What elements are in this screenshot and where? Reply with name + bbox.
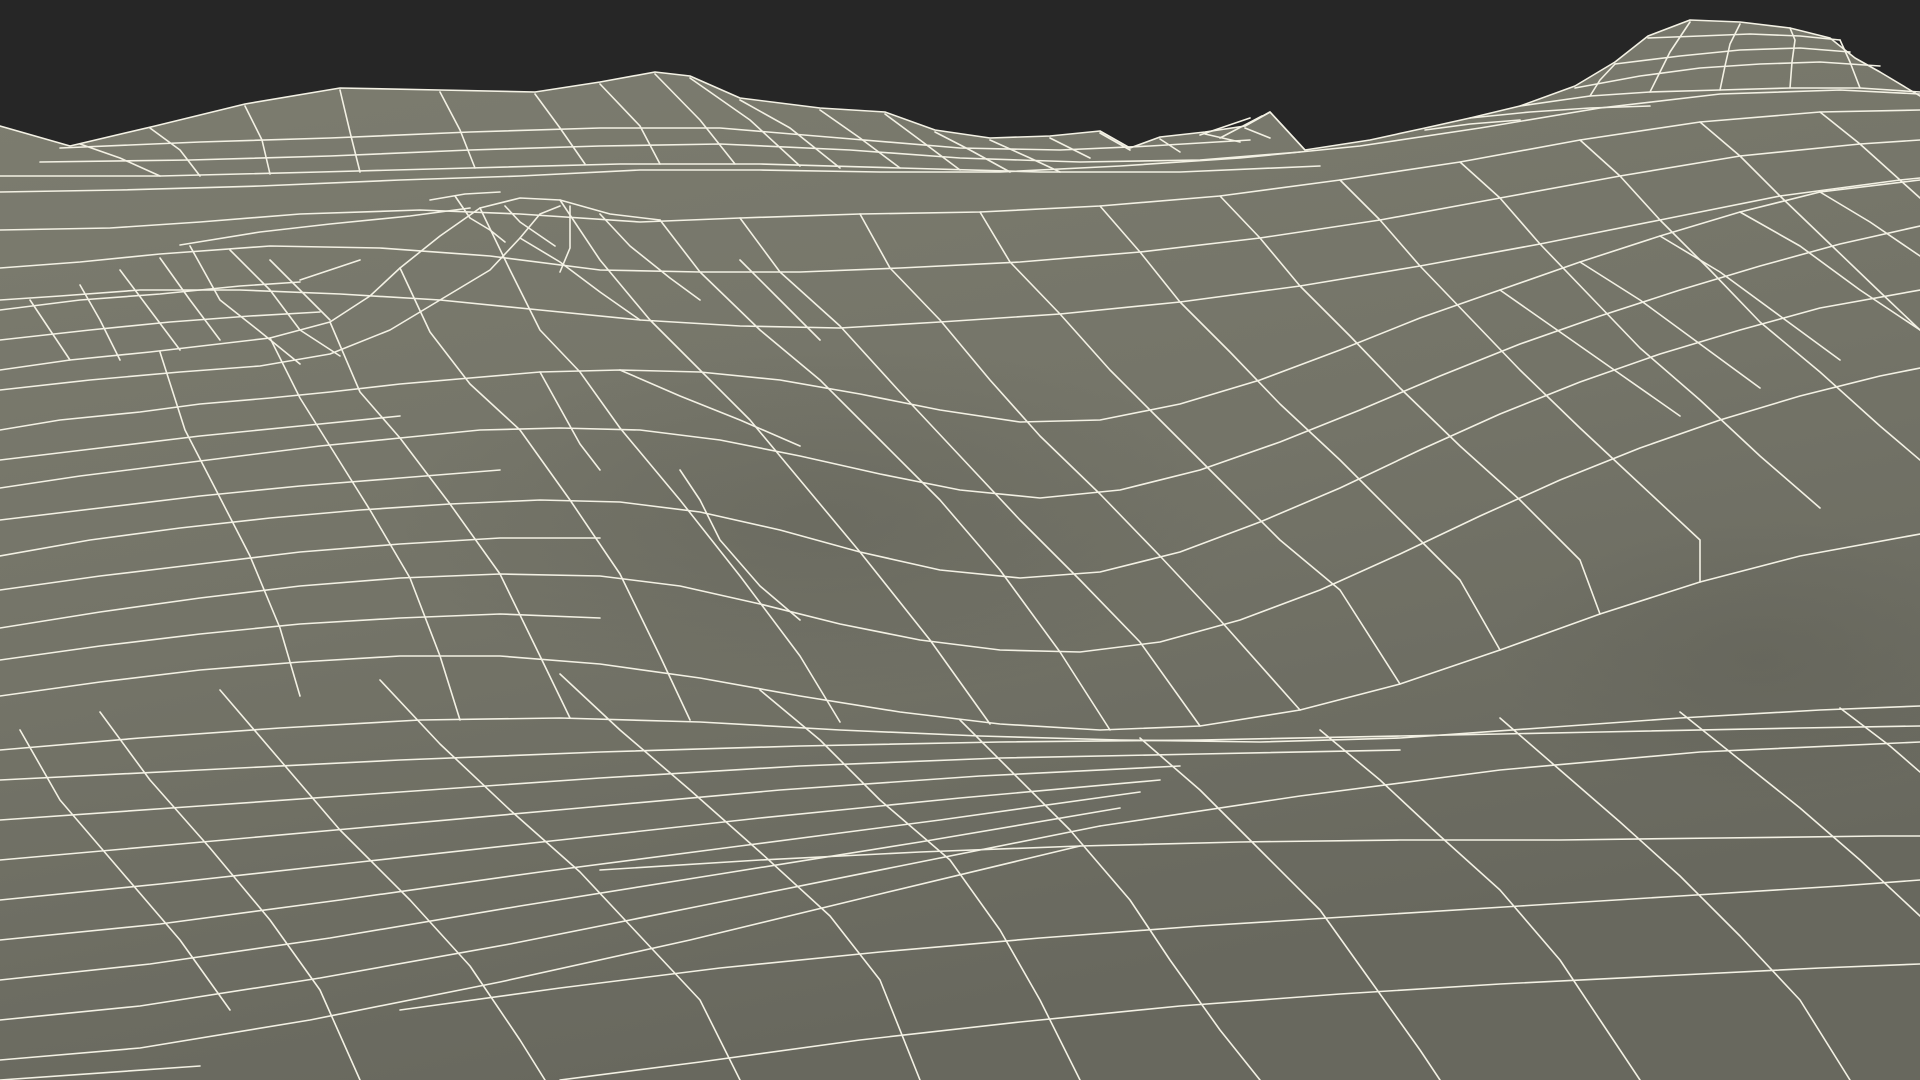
3d-viewport[interactable] [0,0,1920,1080]
terrain-mesh-render [0,0,1920,1080]
terrain-shade-valley [400,340,1240,700]
